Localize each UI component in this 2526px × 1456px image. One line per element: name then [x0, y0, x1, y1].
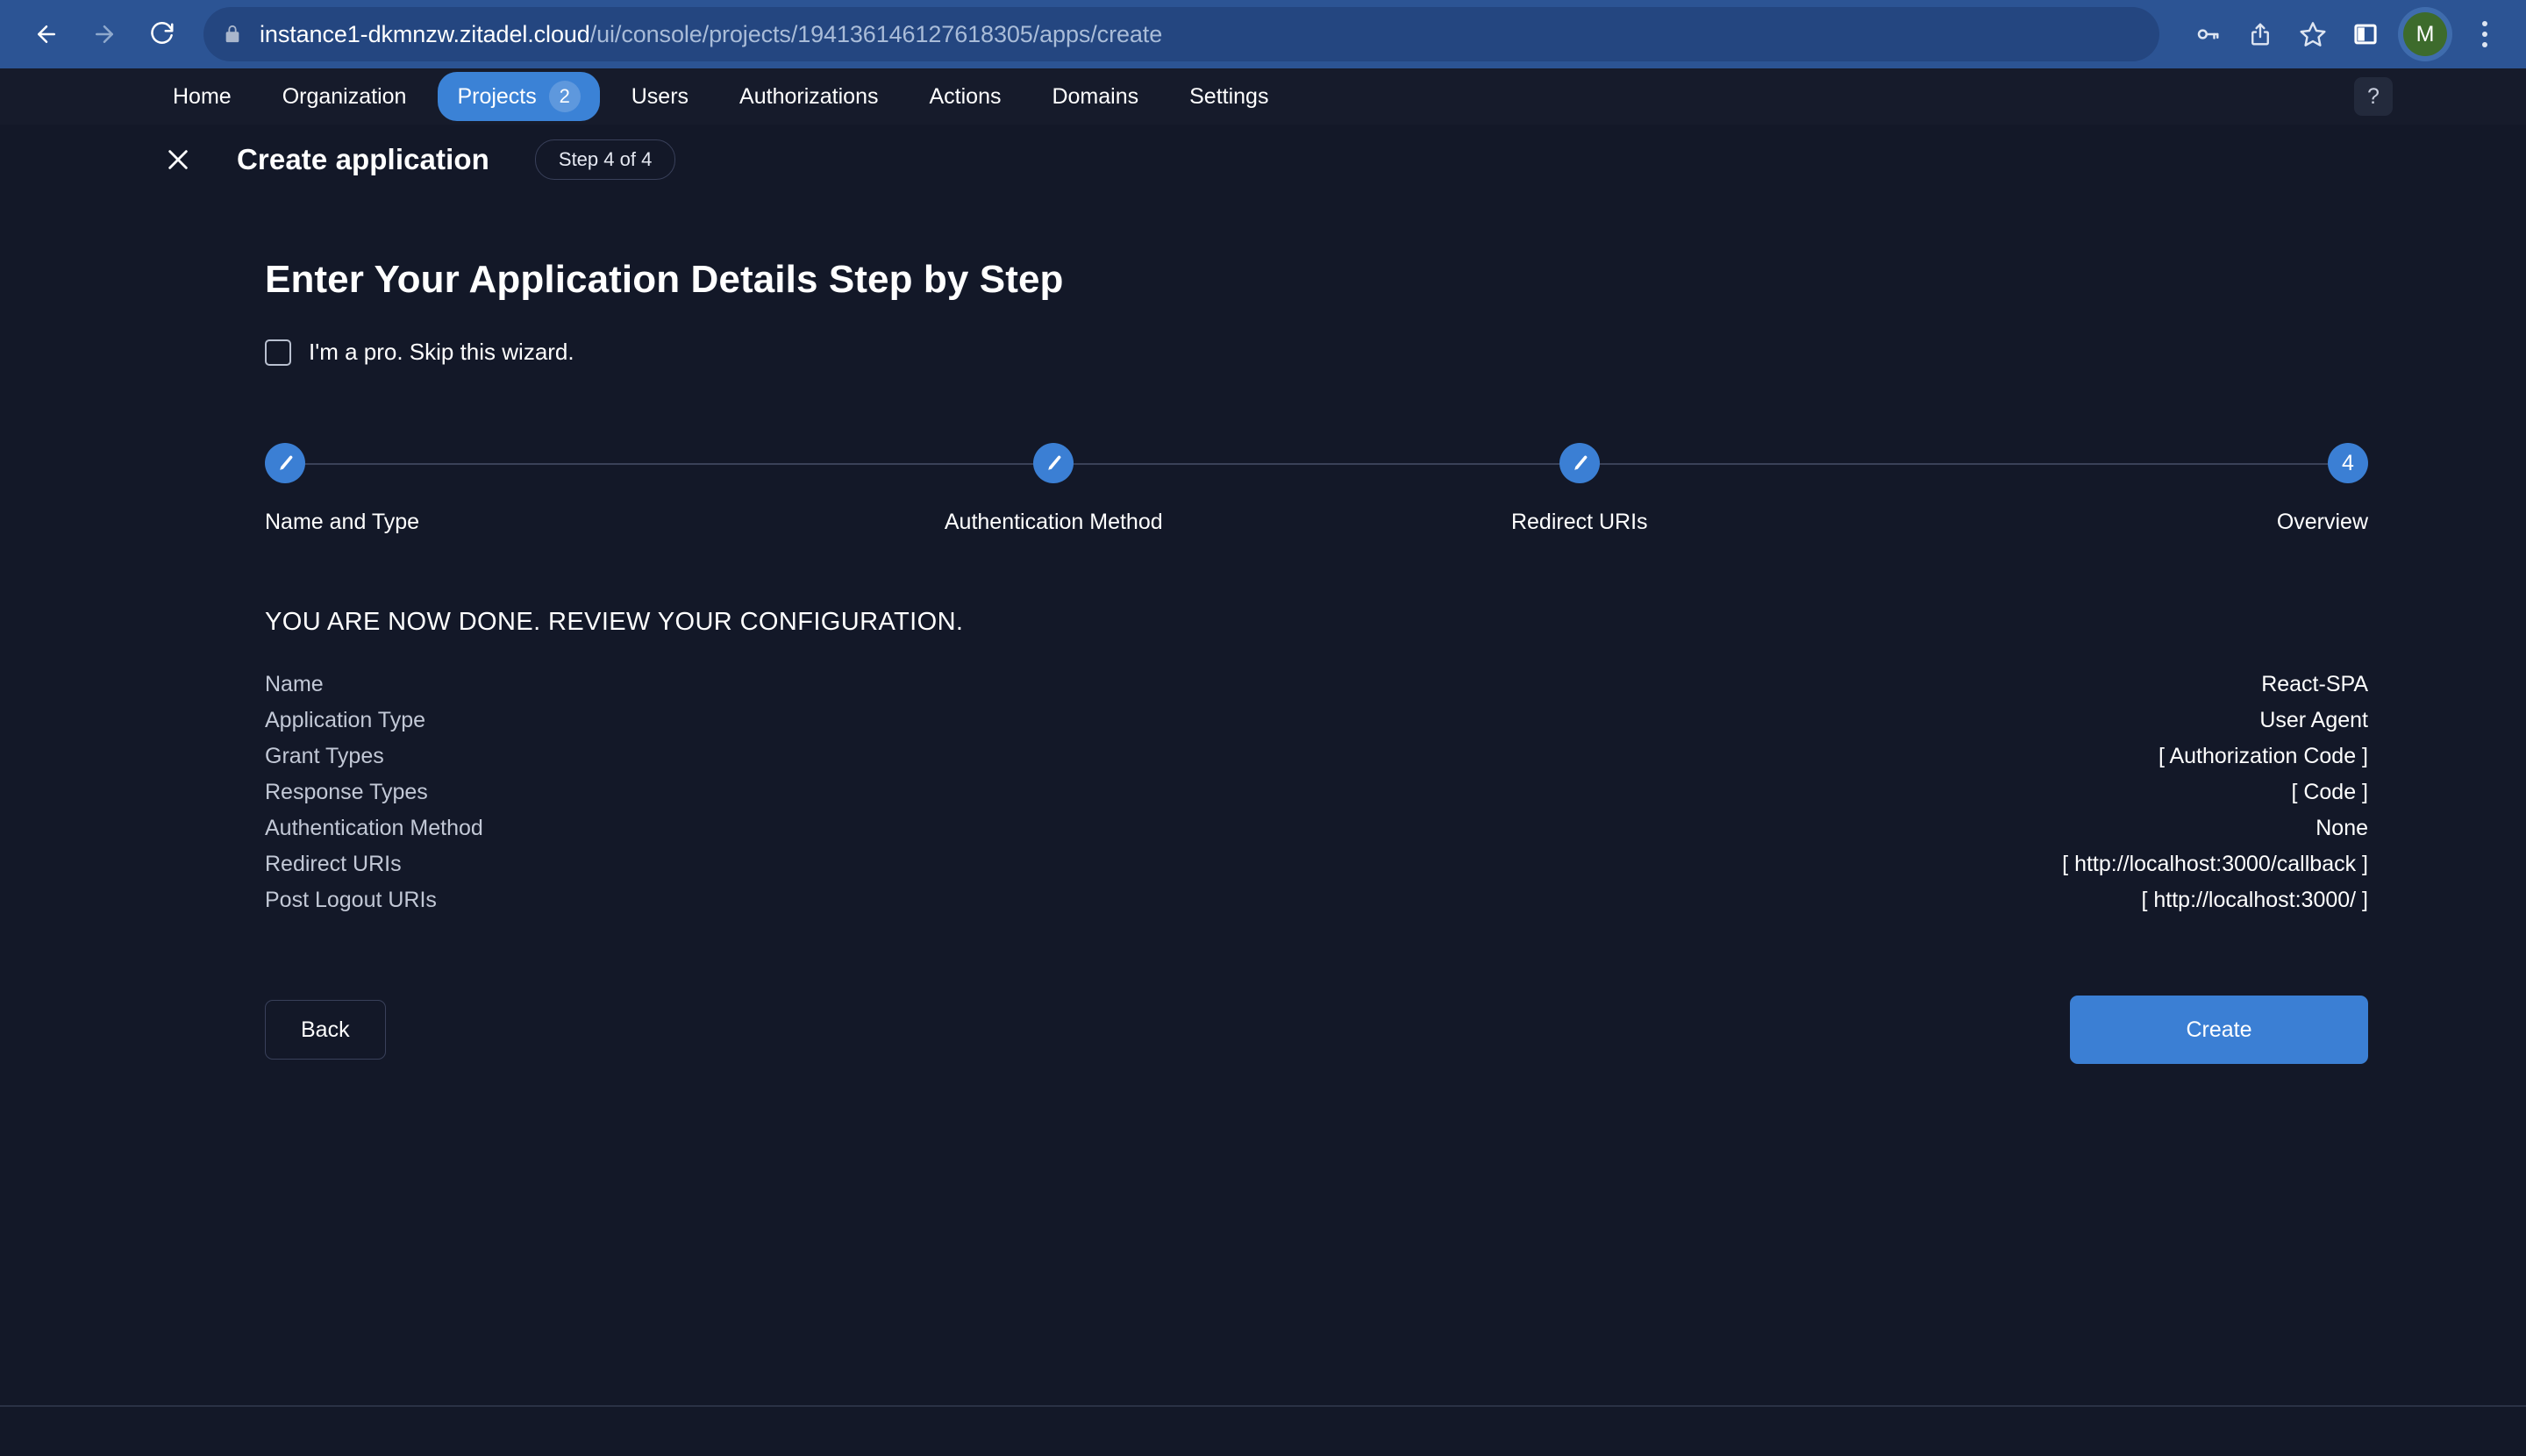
- nav-item-authorizations[interactable]: Authorizations: [720, 75, 897, 118]
- review-row: Post Logout URIs [ http://localhost:3000…: [265, 882, 2368, 918]
- nav-item-organization[interactable]: Organization: [263, 75, 426, 118]
- nav-item-home[interactable]: Home: [153, 75, 251, 118]
- main-content: Enter Your Application Details Step by S…: [0, 195, 2526, 1405]
- share-icon[interactable]: [2235, 9, 2286, 60]
- review-row: Authentication Method None: [265, 810, 2368, 846]
- close-icon[interactable]: [158, 139, 198, 180]
- review-key: Application Type: [265, 708, 425, 733]
- footer: Terms of Service Privacy Policy Dark: [0, 1407, 2526, 1456]
- pencil-icon: [265, 443, 305, 483]
- review-row: Response Types [ Code ]: [265, 774, 2368, 810]
- avatar[interactable]: M: [2398, 7, 2452, 61]
- help-icon: ?: [2367, 84, 2380, 110]
- key-icon[interactable]: [2182, 9, 2233, 60]
- review-heading: YOU ARE NOW DONE. REVIEW YOUR CONFIGURAT…: [265, 608, 2368, 637]
- review-value: [ http://localhost:3000/ ]: [2142, 888, 2369, 913]
- nav-label: Home: [173, 84, 232, 110]
- review-value: [ Authorization Code ]: [2159, 744, 2368, 769]
- stepper-track-line: [285, 463, 2348, 465]
- review-value: React-SPA: [2261, 672, 2368, 697]
- nav-item-actions[interactable]: Actions: [910, 75, 1020, 118]
- back-button[interactable]: Back: [265, 1000, 386, 1060]
- address-bar[interactable]: instance1-dkmnzw.zitadel.cloud/ui/consol…: [203, 7, 2159, 61]
- sidebar-icon[interactable]: [2340, 9, 2391, 60]
- step-indicator-chip: Step 4 of 4: [535, 139, 675, 180]
- reload-button[interactable]: [135, 7, 189, 61]
- pencil-icon: [1559, 443, 1600, 483]
- pencil-icon: [1033, 443, 1074, 483]
- browser-toolbar-actions: M: [2182, 0, 2510, 68]
- review-row: Name React-SPA: [265, 667, 2368, 703]
- nav-label: Organization: [282, 84, 407, 110]
- wizard-actions: Back Create: [265, 996, 2368, 1064]
- stepper-label: Name and Type: [265, 510, 419, 535]
- nav-item-domains[interactable]: Domains: [1032, 75, 1158, 118]
- nav-label: Actions: [929, 84, 1001, 110]
- nav-item-projects[interactable]: Projects 2: [438, 72, 599, 121]
- address-bar-text: instance1-dkmnzw.zitadel.cloud/ui/consol…: [260, 21, 1162, 48]
- review-value: None: [2316, 816, 2368, 841]
- forward-button[interactable]: [77, 7, 132, 61]
- help-button[interactable]: ?: [2354, 77, 2393, 116]
- review-value: User Agent: [2259, 708, 2368, 733]
- stepper-label: Redirect URIs: [1511, 510, 1648, 535]
- skip-wizard-label: I'm a pro. Skip this wizard.: [309, 339, 574, 366]
- nav-badge-projects: 2: [549, 81, 581, 112]
- stepper-step-redirect-uris[interactable]: Redirect URIs: [1317, 443, 1843, 535]
- review-key: Redirect URIs: [265, 852, 402, 877]
- nav-label: Authorizations: [739, 84, 878, 110]
- page-title: Create application: [237, 143, 489, 176]
- nav-item-users[interactable]: Users: [612, 75, 708, 118]
- lock-icon: [223, 24, 242, 45]
- nav-item-settings[interactable]: Settings: [1170, 75, 1288, 118]
- stepper-step-overview[interactable]: 4 Overview: [1843, 443, 2369, 535]
- stepper-step-authentication-method[interactable]: Authentication Method: [791, 443, 1317, 535]
- browser-nav-buttons: [19, 7, 189, 61]
- review-key: Name: [265, 672, 324, 697]
- review-row: Application Type User Agent: [265, 703, 2368, 739]
- star-icon[interactable]: [2287, 9, 2338, 60]
- create-button[interactable]: Create: [2070, 996, 2368, 1064]
- browser-toolbar: instance1-dkmnzw.zitadel.cloud/ui/consol…: [0, 0, 2526, 68]
- skip-wizard-checkbox[interactable]: [265, 339, 291, 366]
- review-configuration-list: Name React-SPA Application Type User Age…: [265, 667, 2368, 918]
- back-button[interactable]: [19, 7, 74, 61]
- kebab-menu-icon[interactable]: [2459, 9, 2510, 60]
- nav-label: Settings: [1189, 84, 1268, 110]
- review-key: Post Logout URIs: [265, 888, 437, 913]
- stepper-number: 4: [2328, 443, 2368, 483]
- page-header: Create application Step 4 of 4: [0, 125, 2526, 195]
- wizard-heading: Enter Your Application Details Step by S…: [265, 195, 2368, 302]
- stepper-step-name-and-type[interactable]: Name and Type: [265, 443, 791, 535]
- app-navigation: Home Organization Projects 2 Users Autho…: [0, 68, 2526, 125]
- avatar-initial: M: [2403, 12, 2447, 56]
- url-path: /ui/console/projects/194136146127618305/…: [590, 21, 1162, 47]
- nav-label: Users: [632, 84, 689, 110]
- review-value: [ Code ]: [2291, 780, 2368, 805]
- wizard-stepper: Name and Type Authentication Method Redi…: [265, 443, 2368, 575]
- review-key: Grant Types: [265, 744, 384, 769]
- stepper-label: Overview: [2277, 510, 2368, 535]
- review-row: Redirect URIs [ http://localhost:3000/ca…: [265, 846, 2368, 882]
- review-key: Response Types: [265, 780, 428, 805]
- review-value: [ http://localhost:3000/callback ]: [2062, 852, 2368, 877]
- nav-label: Domains: [1052, 84, 1138, 110]
- review-key: Authentication Method: [265, 816, 483, 841]
- nav-label: Projects: [457, 84, 536, 110]
- review-row: Grant Types [ Authorization Code ]: [265, 739, 2368, 774]
- skip-wizard-row[interactable]: I'm a pro. Skip this wizard.: [265, 339, 2368, 366]
- url-domain: instance1-dkmnzw.zitadel.cloud: [260, 21, 590, 47]
- stepper-label: Authentication Method: [945, 510, 1163, 535]
